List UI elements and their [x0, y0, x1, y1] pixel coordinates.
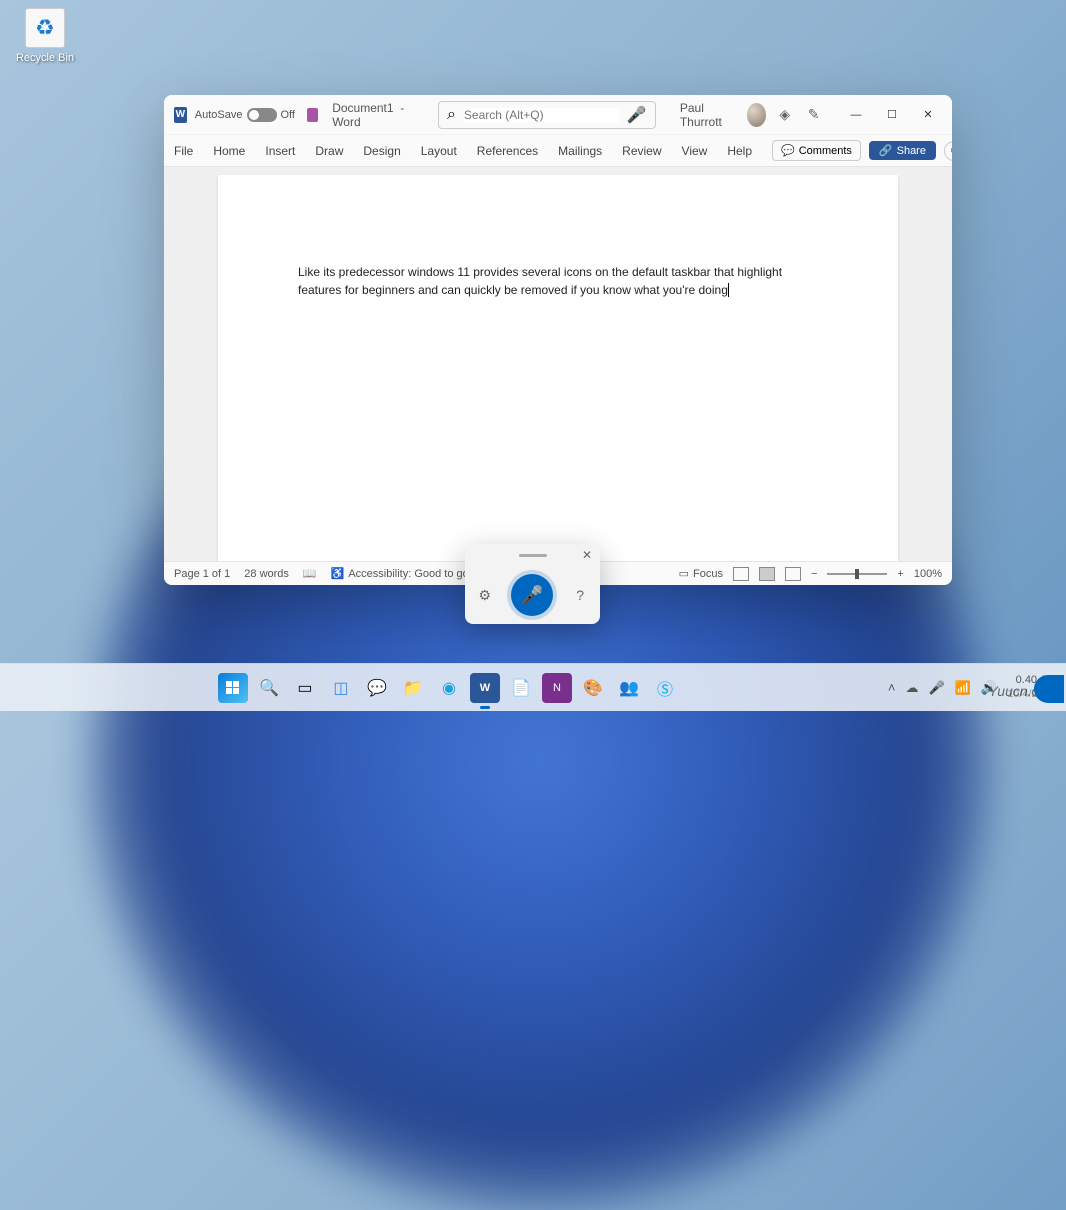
editor-area: Like its predecessor windows 11 provides… — [164, 167, 952, 561]
onenote-button[interactable]: N — [542, 673, 572, 703]
voice-close-button[interactable]: ✕ — [582, 548, 592, 562]
tab-references[interactable]: References — [477, 144, 538, 158]
voice-mic-button[interactable]: 🎤 — [511, 574, 553, 616]
wifi-icon[interactable]: 📶 — [955, 680, 971, 696]
word-icon: W — [174, 107, 187, 123]
search-button[interactable]: 🔍 — [254, 673, 284, 703]
status-page[interactable]: Page 1 of 1 — [174, 568, 230, 580]
zoom-value[interactable]: 100% — [914, 568, 942, 580]
chat-button[interactable]: 💬 — [362, 673, 392, 703]
word-window: W AutoSave Off Document1 - Word ⌕ 🎤 Paul… — [164, 95, 952, 585]
titlebar: W AutoSave Off Document1 - Word ⌕ 🎤 Paul… — [164, 95, 952, 135]
tray-chevron-icon[interactable]: ˄ — [888, 680, 896, 695]
minimize-button[interactable]: — — [838, 101, 874, 129]
zoom-in[interactable]: + — [897, 568, 903, 580]
maximize-button[interactable]: ☐ — [874, 101, 910, 129]
tab-draw[interactable]: Draw — [315, 144, 343, 158]
document-page[interactable]: Like its predecessor windows 11 provides… — [218, 175, 898, 561]
comments-button[interactable]: 💬 Comments — [772, 140, 861, 161]
autosave-label: AutoSave — [195, 109, 243, 121]
taskbar-center: 🔍 ▭ ◫ 💬 📁 ◉ W 📄 N 🎨 👥 Ⓢ — [218, 673, 680, 703]
tab-design[interactable]: Design — [363, 144, 400, 158]
search-input[interactable] — [464, 108, 619, 122]
zoom-out[interactable]: − — [811, 568, 817, 580]
start-button[interactable] — [218, 673, 248, 703]
explorer-button[interactable]: 📁 — [398, 673, 428, 703]
view-read[interactable] — [733, 567, 749, 581]
save-button[interactable] — [307, 108, 318, 122]
tab-insert[interactable]: Insert — [265, 144, 295, 158]
share-button[interactable]: 🔗 Share — [869, 141, 936, 160]
autosave-state: Off — [281, 109, 295, 121]
onedrive-icon[interactable]: ☁ — [906, 680, 919, 696]
taskview-button[interactable]: ▭ — [290, 673, 320, 703]
document-body: Like its predecessor windows 11 provides… — [298, 265, 782, 297]
view-print[interactable] — [759, 567, 775, 581]
avatar[interactable] — [747, 103, 766, 127]
tab-layout[interactable]: Layout — [421, 144, 457, 158]
text-cursor — [728, 283, 729, 297]
recycle-bin[interactable]: Recycle Bin — [10, 8, 80, 66]
search-icon: ⌕ — [447, 106, 456, 124]
close-button[interactable]: ✕ — [910, 101, 946, 129]
notepad-button[interactable]: 📄 — [506, 673, 536, 703]
status-words[interactable]: 28 words — [244, 568, 289, 580]
document-title[interactable]: Document1 - Word — [332, 101, 418, 129]
taskbar: 🔍 ▭ ◫ 💬 📁 ◉ W 📄 N 🎨 👥 Ⓢ ˄ ☁ 🎤 📶 🔊 0.40 A… — [0, 663, 1066, 711]
voice-help-button[interactable]: ? — [567, 582, 593, 608]
slider-thumb[interactable] — [855, 569, 859, 579]
diamond-icon[interactable]: ◈ — [774, 102, 795, 128]
skype-button[interactable]: Ⓢ — [650, 673, 680, 703]
search-box[interactable]: ⌕ 🎤 — [438, 101, 656, 129]
teams-button[interactable]: 👥 — [614, 673, 644, 703]
voice-settings-button[interactable]: ⚙ — [472, 582, 498, 608]
zoom-slider[interactable] — [827, 573, 887, 575]
word-button[interactable]: W — [470, 673, 500, 703]
mic-icon[interactable]: 🎤 — [627, 105, 647, 125]
status-accessibility[interactable]: ♿ Accessibility: Good to go — [331, 567, 469, 580]
tab-file[interactable]: File — [174, 144, 193, 158]
tab-review[interactable]: Review — [622, 144, 661, 158]
paint-button[interactable]: 🎨 — [578, 673, 608, 703]
mic-tray-icon[interactable]: 🎤 — [929, 680, 945, 696]
emoji-button[interactable]: ☺ — [944, 141, 952, 161]
recycle-bin-label: Recycle Bin — [16, 52, 74, 64]
recycle-bin-icon — [25, 8, 65, 48]
corner-pill — [1034, 675, 1064, 703]
user-name[interactable]: Paul Thurrott — [680, 101, 735, 129]
drag-handle[interactable] — [519, 554, 547, 557]
voice-typing-panel[interactable]: ✕ ⚙ 🎤 ? — [465, 544, 600, 624]
pen-icon[interactable]: ✎ — [803, 102, 824, 128]
tab-help[interactable]: Help — [727, 144, 752, 158]
widgets-button[interactable]: ◫ — [326, 673, 356, 703]
autosave-toggle[interactable]: AutoSave Off — [195, 108, 295, 122]
tab-home[interactable]: Home — [213, 144, 245, 158]
ribbon: File Home Insert Draw Design Layout Refe… — [164, 135, 952, 167]
spellcheck-icon[interactable]: 📖 — [303, 567, 317, 580]
toggle-icon — [247, 108, 277, 122]
window-controls: — ☐ ✕ — [838, 101, 946, 129]
tab-view[interactable]: View — [682, 144, 708, 158]
edge-button[interactable]: ◉ — [434, 673, 464, 703]
tab-mailings[interactable]: Mailings — [558, 144, 602, 158]
view-web[interactable] — [785, 567, 801, 581]
focus-button[interactable]: ▭ Focus — [679, 567, 723, 580]
